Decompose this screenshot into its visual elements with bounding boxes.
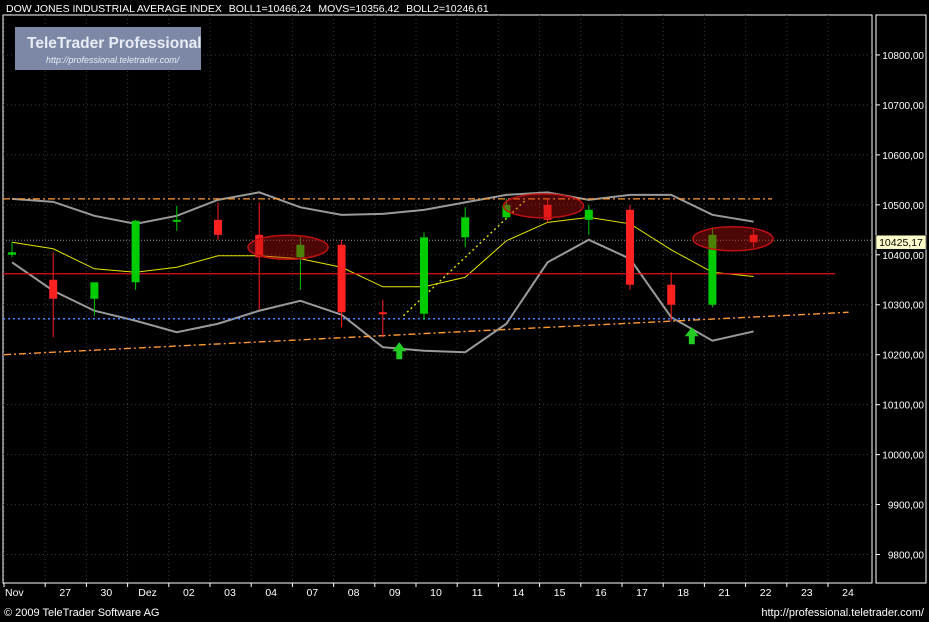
x-tick-label: Nov bbox=[5, 587, 24, 599]
boll1-readout: BOLL1=10466,24 bbox=[229, 3, 312, 15]
y-tick-label: 10400,00 bbox=[882, 251, 924, 262]
candle-body bbox=[172, 219, 181, 222]
copyright-text: © 2009 TeleTrader Software AG bbox=[4, 607, 159, 619]
x-tick-label: Dez bbox=[138, 587, 157, 599]
candle-body bbox=[584, 209, 593, 220]
watermark-url: http://professional.teletrader.com/ bbox=[46, 55, 181, 65]
candle-body bbox=[667, 284, 676, 305]
x-tick-label: 27 bbox=[59, 587, 71, 599]
x-tick-label: 03 bbox=[224, 587, 236, 599]
x-tick-label: 21 bbox=[719, 587, 731, 599]
x-tick-label: 30 bbox=[101, 587, 113, 599]
x-tick-label: 16 bbox=[595, 587, 607, 599]
teletrader-watermark: TeleTrader Professional http://professio… bbox=[15, 27, 202, 70]
boll2-readout: BOLL2=10246,61 bbox=[406, 3, 489, 15]
candle-body bbox=[420, 237, 428, 314]
highlight-ellipse bbox=[502, 193, 585, 219]
x-tick-label: 11 bbox=[472, 587, 483, 599]
highlight-ellipse bbox=[247, 234, 329, 261]
y-tick-label: 10100,00 bbox=[882, 401, 924, 412]
instrument-name: DOW JONES INDUSTRIAL AVERAGE INDEX bbox=[6, 3, 222, 15]
watermark-title: TeleTrader Professional bbox=[27, 35, 202, 52]
candle-body bbox=[378, 312, 387, 315]
candle-body bbox=[337, 244, 346, 313]
y-tick-label: 9800,00 bbox=[888, 551, 925, 562]
x-tick-label: 10 bbox=[430, 587, 442, 599]
last-price-label: 10425,17 bbox=[879, 237, 923, 249]
y-tick-label: 9900,00 bbox=[888, 501, 925, 512]
x-tick-label: 23 bbox=[801, 587, 813, 599]
candle-body bbox=[90, 282, 99, 299]
candle-body bbox=[626, 209, 634, 285]
candle-body bbox=[461, 217, 470, 238]
y-tick-label: 10500,00 bbox=[882, 201, 924, 212]
candle-body bbox=[214, 219, 222, 235]
x-tick-label: 18 bbox=[677, 587, 689, 599]
y-tick-label: 10200,00 bbox=[882, 351, 924, 362]
candle-body bbox=[49, 279, 58, 299]
x-tick-label: 14 bbox=[513, 587, 525, 599]
chart-background bbox=[0, 0, 929, 622]
y-tick-label: 10800,00 bbox=[882, 51, 924, 62]
x-tick-label: 08 bbox=[348, 587, 360, 599]
x-tick-label: 22 bbox=[760, 587, 772, 599]
x-tick-label: 17 bbox=[636, 587, 648, 599]
candle-body bbox=[131, 220, 140, 283]
x-tick-label: 24 bbox=[842, 587, 854, 599]
y-tick-label: 10000,00 bbox=[882, 451, 924, 462]
movs-readout: MOVS=10356,42 bbox=[318, 3, 399, 15]
chart-header: DOW JONES INDUSTRIAL AVERAGE INDEX BOLL1… bbox=[6, 3, 489, 15]
y-tick-label: 10700,00 bbox=[882, 101, 924, 112]
footer-url-link[interactable]: http://professional.teletrader.com/ bbox=[761, 607, 925, 619]
x-tick-label: 07 bbox=[307, 587, 319, 599]
y-tick-label: 10600,00 bbox=[882, 151, 924, 162]
y-tick-label: 10300,00 bbox=[882, 301, 924, 312]
candle-body bbox=[8, 252, 16, 255]
x-tick-label: 15 bbox=[554, 587, 566, 599]
highlight-ellipse bbox=[692, 226, 774, 252]
x-tick-label: 02 bbox=[183, 587, 195, 599]
x-tick-label: 04 bbox=[265, 587, 277, 599]
chart-root: 10425,17 10800,00 10700,00 10600,00 10500,0… bbox=[0, 0, 929, 622]
x-tick-label: 09 bbox=[389, 587, 401, 599]
